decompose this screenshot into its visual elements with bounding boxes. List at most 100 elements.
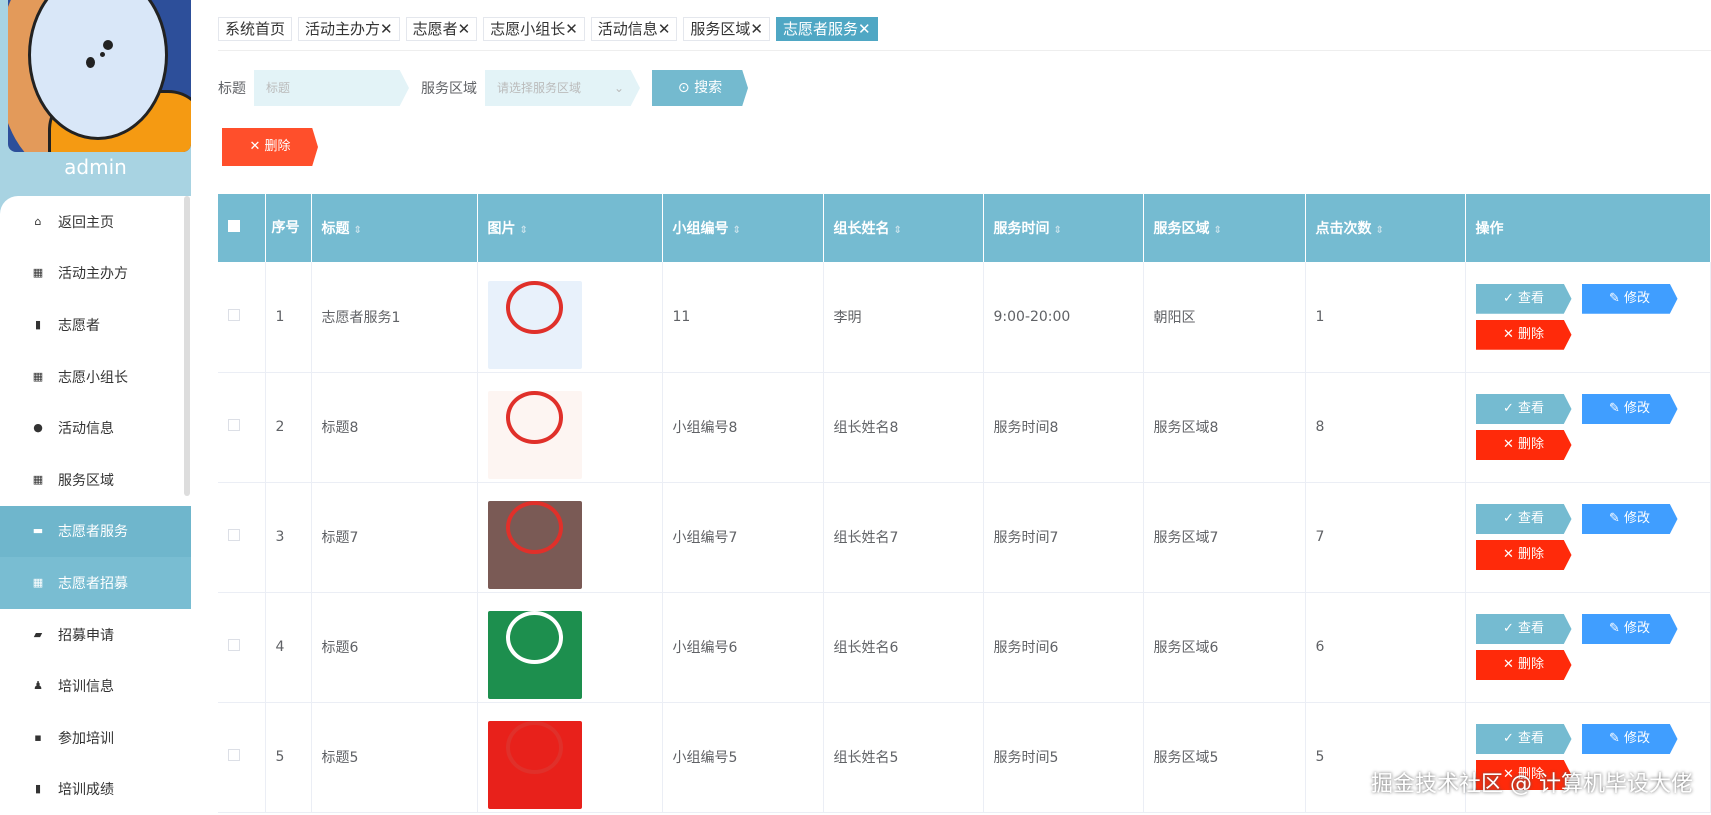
tab[interactable]: 活动信息✕ (590, 17, 678, 41)
cell-title: 标题5 (311, 702, 478, 813)
tab[interactable]: 系统首页 (218, 17, 293, 41)
table-row: 4 标题6 小组编号6 组长姓名6 服务时间6 服务区域6 6 ✓ 查看 ✎ 修改 ✕ 删除 (218, 592, 1711, 703)
tab-label: 活动信息 (597, 20, 658, 38)
column-header[interactable]: 标题 ⇕ (311, 194, 478, 262)
column-header[interactable]: 图片 ⇕ (477, 194, 663, 262)
row-image[interactable] (487, 721, 582, 810)
column-header[interactable]: 小组编号 ⇕ (662, 194, 824, 262)
table-row: 2 标题8 小组编号8 组长姓名8 服务时间8 服务区域8 8 ✓ 查看 ✎ 修改 ✕ 删除 (218, 372, 1711, 483)
sidebar-item[interactable]: ♟ 培训信息 (0, 660, 191, 712)
close-icon[interactable]: ✕ (380, 20, 393, 38)
cell-actions: ✓ 查看 ✎ 修改 ✕ 删除 (1465, 372, 1711, 483)
checkbox-cell (218, 482, 266, 593)
cell-no: 4 (265, 592, 312, 703)
sidebar-item[interactable]: ▦ 志愿小组长 (0, 351, 191, 403)
edit-button[interactable]: ✎ 修改 (1581, 724, 1678, 754)
sidebar-item[interactable]: ⌂ 返回主页 (0, 196, 191, 248)
tab-label: 系统首页 (225, 20, 286, 38)
edit-button[interactable]: ✎ 修改 (1581, 394, 1678, 424)
sort-icon[interactable]: ⇕ (1214, 225, 1222, 236)
search-button[interactable]: ⊙ 搜索 (652, 70, 748, 106)
cell-area: 服务区域6 (1143, 592, 1306, 703)
view-button[interactable]: ✓ 查看 (1475, 283, 1572, 314)
tab[interactable]: 志愿者服务✕ (775, 17, 878, 41)
close-icon[interactable]: ✕ (658, 20, 671, 38)
column-header[interactable]: 点击次数 ⇕ (1305, 194, 1466, 262)
edit-button[interactable]: ✎ 修改 (1581, 283, 1678, 314)
row-image[interactable] (487, 281, 582, 370)
sidebar-item[interactable]: ▦ 活动主办方 (0, 248, 191, 300)
column-header[interactable]: 服务区域 ⇕ (1143, 194, 1306, 262)
sort-icon[interactable]: ⇕ (520, 225, 528, 236)
watermark: 掘金技术社区 @ 计算机毕设大佬 (1371, 772, 1693, 797)
tab[interactable]: 志愿小组长✕ (483, 17, 585, 41)
row-image[interactable] (487, 611, 582, 700)
column-header[interactable]: 服务时间 ⇕ (983, 194, 1144, 262)
delete-button[interactable]: ✕ 删除 (1475, 650, 1572, 680)
column-header[interactable]: 组长姓名 ⇕ (823, 194, 984, 262)
checkbox-cell (218, 592, 266, 703)
sort-icon[interactable]: ⇕ (354, 225, 362, 236)
row-image[interactable] (487, 391, 582, 480)
sidebar-item[interactable]: ▪ 参加培训 (0, 712, 191, 764)
search-bar: 标题 标题 服务区域 请选择服务区域 ⌄ ⊙ 搜索 (218, 70, 748, 106)
delete-button[interactable]: ✕ 删除 (1475, 319, 1572, 350)
tab[interactable]: 志愿者✕ (405, 17, 478, 41)
sidebar-item[interactable]: ▮ 培训成绩 (0, 764, 191, 815)
delete-button[interactable]: ✕ 删除 (1475, 540, 1572, 570)
cell-clicks: 1 (1305, 262, 1466, 373)
cell-leader: 组长姓名7 (823, 482, 984, 593)
row-checkbox[interactable] (228, 529, 240, 541)
batch-delete-button[interactable]: ✕ 删除 (222, 128, 318, 166)
column-header[interactable]: 操作 (1465, 194, 1711, 262)
title-label: 标题 (218, 81, 246, 97)
sidebar-item[interactable]: ● 活动信息 (0, 402, 191, 454)
tab[interactable]: 服务区域✕ (683, 17, 770, 41)
sidebar-item-label: 志愿者 (58, 317, 100, 334)
tab-label: 志愿小组长 (490, 20, 566, 38)
row-checkbox[interactable] (228, 639, 240, 651)
title-input[interactable]: 标题 (254, 70, 409, 106)
sort-icon[interactable]: ⇕ (1054, 225, 1062, 236)
tab[interactable]: 活动主办方✕ (298, 17, 400, 41)
grid-icon: ▦ (32, 369, 44, 383)
area-select[interactable]: 请选择服务区域 ⌄ (485, 70, 640, 106)
view-button[interactable]: ✓ 查看 (1475, 724, 1572, 754)
cell-no: 2 (265, 372, 312, 483)
view-button[interactable]: ✓ 查看 (1475, 614, 1572, 644)
cell-time: 服务时间6 (983, 592, 1144, 703)
row-checkbox[interactable] (228, 749, 240, 761)
row-checkbox[interactable] (228, 308, 240, 321)
column-header-label: 小组编号 (672, 221, 729, 237)
close-icon[interactable]: ✕ (750, 20, 763, 38)
column-header-label: 操作 (1475, 221, 1504, 237)
edit-button[interactable]: ✎ 修改 (1581, 504, 1678, 534)
row-checkbox[interactable] (228, 419, 240, 431)
column-header[interactable]: 序号 (265, 194, 312, 262)
select-all-checkbox[interactable] (228, 220, 240, 232)
sort-icon[interactable]: ⇕ (894, 225, 902, 236)
tab-label: 志愿者服务 (782, 20, 858, 38)
close-icon[interactable]: ✕ (858, 20, 871, 38)
edit-button[interactable]: ✎ 修改 (1581, 614, 1678, 644)
cell-title: 标题6 (311, 592, 478, 703)
sort-icon[interactable]: ⇕ (733, 225, 741, 236)
row-image[interactable] (487, 501, 582, 590)
sidebar-item[interactable]: ▰ 招募申请 (0, 609, 191, 661)
view-button[interactable]: ✓ 查看 (1475, 394, 1572, 424)
close-icon[interactable]: ✕ (565, 20, 578, 38)
sidebar-scrollbar[interactable] (184, 196, 190, 496)
sidebar-item[interactable]: ▦ 服务区域 (0, 454, 191, 506)
sidebar-item[interactable]: ▬ 志愿者服务 (0, 505, 191, 558)
sidebar: admin ⌂ 返回主页 ▦ 活动主办方 ▮ 志愿者 ▦ 志愿小组长 ● 活动信息 ▦ 服务区域 ▬ 志愿… (0, 0, 191, 812)
close-icon[interactable]: ✕ (458, 20, 471, 38)
cell-image (477, 262, 663, 373)
view-button[interactable]: ✓ 查看 (1475, 504, 1572, 534)
sort-icon[interactable]: ⇕ (1376, 225, 1384, 236)
sidebar-item[interactable]: ▦ 志愿者招募 (0, 557, 191, 609)
column-header-label: 序号 (271, 220, 300, 236)
checkbox-cell (218, 262, 266, 373)
delete-button[interactable]: ✕ 删除 (1475, 430, 1572, 460)
sidebar-item[interactable]: ▮ 志愿者 (0, 299, 191, 351)
cell-group: 小组编号6 (662, 592, 824, 703)
